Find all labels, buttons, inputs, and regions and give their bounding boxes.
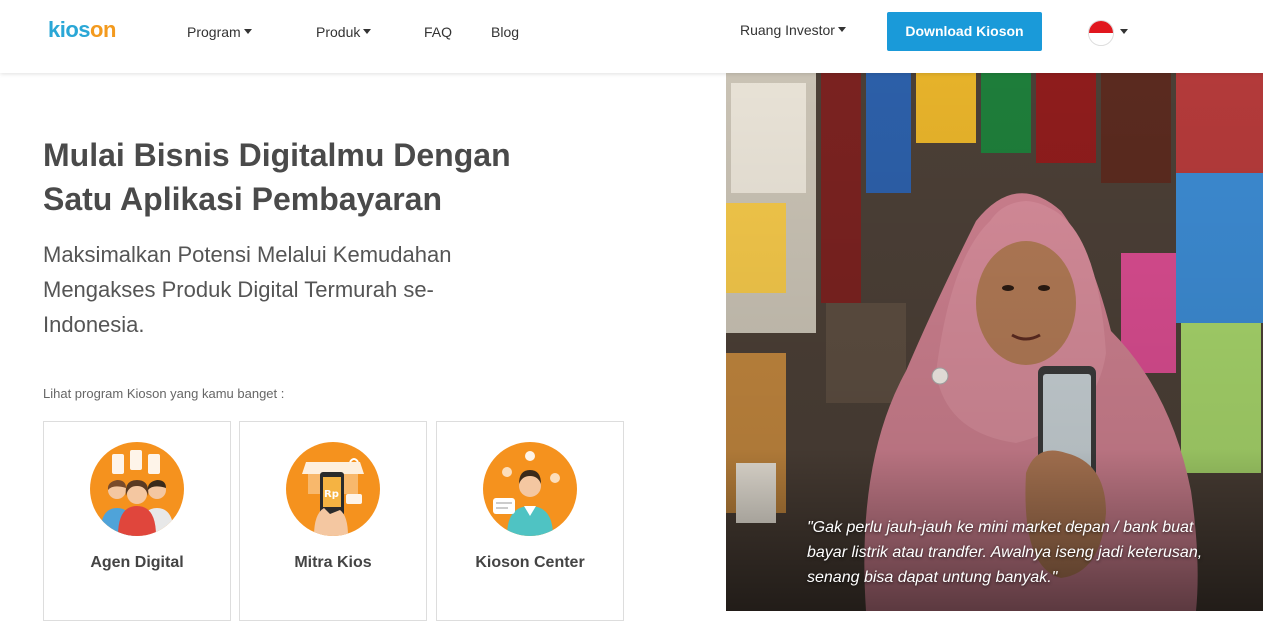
chevron-down-icon [837, 27, 846, 32]
nav-ruang-investor-label: Ruang Investor [740, 22, 835, 38]
card-mitra-kios-title: Mitra Kios [294, 554, 372, 571]
card-agen-digital[interactable]: Agen Digital [43, 421, 231, 621]
nav-produk[interactable]: Produk [316, 24, 372, 40]
nav-program-label: Program [187, 24, 241, 40]
nav-program[interactable]: Program [187, 24, 252, 40]
kioson-logo[interactable]: kioson [48, 17, 116, 43]
nav-faq[interactable]: FAQ [424, 24, 452, 40]
card-mitra-kios[interactable]: Rp Mitra Kios [239, 421, 427, 621]
program-label: Lihat program Kioson yang kamu banget : [43, 386, 285, 401]
nav-blog[interactable]: Blog [491, 24, 519, 40]
navbar: kioson Program Produk FAQ Blog Ruang Inv… [0, 0, 1263, 73]
card-agen-digital-title: Agen Digital [90, 554, 184, 571]
nav-ruang-investor[interactable]: Ruang Investor [740, 22, 846, 38]
logo-text-on: on [90, 17, 116, 42]
hero-title-line2: Satu Aplikasi Pembayaran [43, 181, 442, 217]
card-kioson-center-title: Kioson Center [475, 554, 585, 571]
logo-text-kios: kios [48, 17, 91, 42]
chevron-down-icon [243, 29, 252, 34]
testimonial-quote: "Gak perlu jauh-jauh ke mini market depa… [807, 519, 1203, 586]
kioson-center-icon [483, 442, 577, 536]
card-kioson-center[interactable]: Kioson Center [436, 421, 624, 621]
language-chevron-down-icon[interactable] [1120, 29, 1128, 34]
nav-produk-label: Produk [316, 24, 361, 40]
hero-subtitle: Maksimalkan Potensi Melalui Kemudahan Me… [43, 242, 452, 337]
hero-section: Mulai Bisnis Digitalmu Dengan Satu Aplik… [0, 73, 726, 621]
download-kioson-button[interactable]: Download Kioson [887, 12, 1042, 51]
chevron-down-icon [363, 29, 372, 34]
hero-title-line1: Mulai Bisnis Digitalmu Dengan [43, 137, 511, 173]
hero-photo: "Gak perlu jauh-jauh ke mini market depa… [726, 73, 1263, 611]
svg-text:Rp: Rp [324, 489, 339, 500]
mitra-kios-icon: Rp [286, 442, 380, 536]
agen-digital-icon [90, 442, 184, 536]
hero-title: Mulai Bisnis Digitalmu Dengan Satu Aplik… [43, 133, 563, 221]
indonesia-flag-icon[interactable] [1088, 20, 1114, 46]
